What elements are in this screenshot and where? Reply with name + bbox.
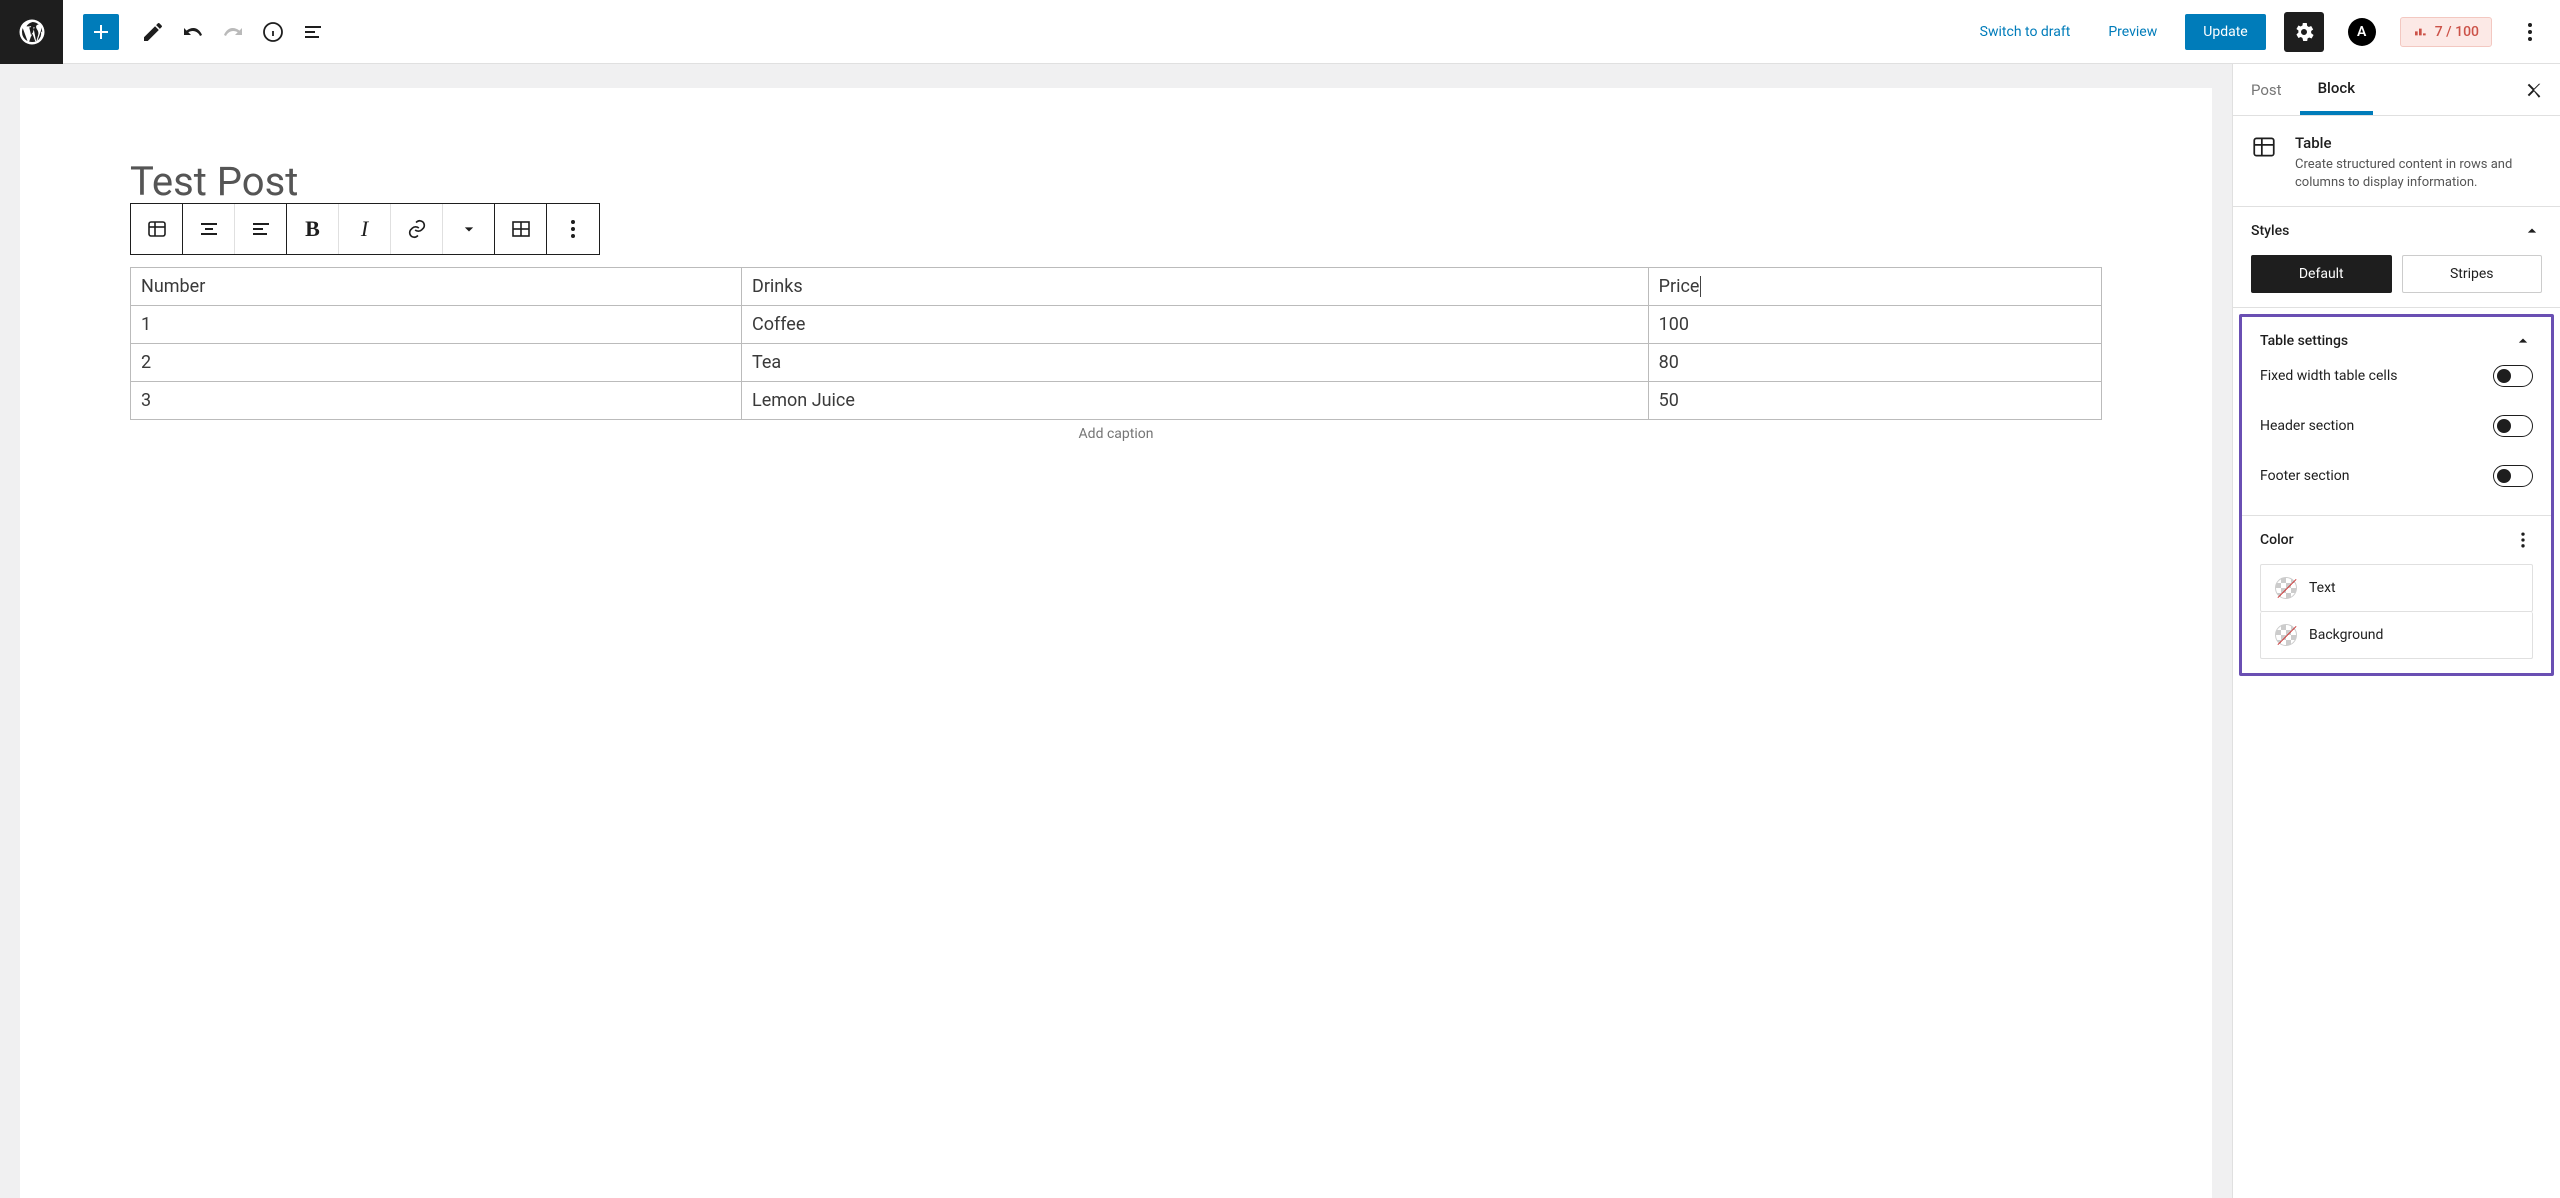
table-cell[interactable]: 1 bbox=[131, 306, 742, 344]
more-formatting-icon[interactable] bbox=[443, 204, 495, 254]
settings-sidebar: Post Block Table Create structured conte… bbox=[2232, 64, 2560, 1198]
table-cell[interactable]: 80 bbox=[1648, 344, 2101, 382]
table-cell[interactable]: 100 bbox=[1648, 306, 2101, 344]
more-vertical-icon[interactable] bbox=[2513, 530, 2533, 550]
table-cell[interactable]: 50 bbox=[1648, 382, 2101, 420]
bold-button[interactable]: B bbox=[287, 204, 339, 254]
none-swatch-icon bbox=[2275, 624, 2297, 646]
table-settings-panel: Table settings Fixed width table cells H… bbox=[2242, 317, 2551, 516]
details-icon[interactable] bbox=[253, 12, 293, 52]
settings-icon[interactable] bbox=[2284, 12, 2324, 52]
text-align-icon[interactable] bbox=[235, 204, 287, 254]
table-row: Number Drinks Price bbox=[131, 268, 2102, 306]
table-cell[interactable]: Price bbox=[1648, 268, 2101, 306]
link-button[interactable] bbox=[391, 204, 443, 254]
table-cell[interactable]: Tea bbox=[742, 344, 1649, 382]
header-section-label: Header section bbox=[2260, 418, 2354, 434]
edit-table-icon[interactable] bbox=[495, 204, 547, 254]
sidebar-tabs: Post Block bbox=[2233, 64, 2560, 116]
editor-main: Test Post B I bbox=[0, 64, 2560, 1198]
block-info: Table Create structured content in rows … bbox=[2233, 116, 2560, 207]
top-right-toolbar: Switch to draft Preview Update A 7 / 100 bbox=[1970, 12, 2560, 52]
table-row: 3 Lemon Juice 50 bbox=[131, 382, 2102, 420]
chevron-up-icon bbox=[2513, 331, 2533, 351]
table-settings-toggle[interactable]: Table settings bbox=[2260, 331, 2533, 351]
rank-math-score[interactable]: 7 / 100 bbox=[2400, 17, 2492, 47]
block-type-icon[interactable] bbox=[131, 204, 183, 254]
editor-topbar: Switch to draft Preview Update A 7 / 100 bbox=[0, 0, 2560, 64]
background-color-label: Background bbox=[2309, 627, 2383, 643]
top-left-toolbar bbox=[83, 12, 333, 52]
chevron-up-icon bbox=[2522, 221, 2542, 241]
table-block-icon bbox=[2251, 134, 2277, 192]
outline-icon[interactable] bbox=[293, 12, 333, 52]
styles-panel-toggle[interactable]: Styles bbox=[2251, 221, 2542, 241]
footer-section-toggle[interactable] bbox=[2493, 465, 2533, 487]
undo-icon[interactable] bbox=[173, 12, 213, 52]
preview-button[interactable]: Preview bbox=[2098, 16, 2167, 48]
table-cell[interactable]: Drinks bbox=[742, 268, 1649, 306]
fixed-width-toggle[interactable] bbox=[2493, 365, 2533, 387]
footer-section-label: Footer section bbox=[2260, 468, 2349, 484]
header-section-toggle[interactable] bbox=[2493, 415, 2533, 437]
color-panel-label: Color bbox=[2260, 532, 2294, 548]
italic-button[interactable]: I bbox=[339, 204, 391, 254]
edit-mode-icon[interactable] bbox=[133, 12, 173, 52]
content-table[interactable]: Number Drinks Price 1 Coffee 100 2 Tea 8… bbox=[130, 267, 2102, 420]
switch-to-draft-button[interactable]: Switch to draft bbox=[1970, 16, 2081, 48]
block-more-icon[interactable] bbox=[547, 204, 599, 254]
color-panel-toggle[interactable]: Color bbox=[2260, 530, 2533, 550]
background-color-item[interactable]: Background bbox=[2260, 612, 2533, 659]
close-sidebar-icon[interactable] bbox=[2508, 78, 2560, 102]
table-row: 2 Tea 80 bbox=[131, 344, 2102, 382]
style-default-button[interactable]: Default bbox=[2251, 255, 2392, 293]
styles-panel: Styles Default Stripes bbox=[2233, 207, 2560, 308]
table-cell[interactable]: 3 bbox=[131, 382, 742, 420]
table-cell[interactable]: 2 bbox=[131, 344, 742, 382]
styles-panel-label: Styles bbox=[2251, 223, 2289, 239]
table-row: 1 Coffee 100 bbox=[131, 306, 2102, 344]
color-panel: Color Text Background bbox=[2242, 516, 2551, 673]
table-cell[interactable]: Lemon Juice bbox=[742, 382, 1649, 420]
fixed-width-label: Fixed width table cells bbox=[2260, 368, 2397, 384]
caption-placeholder[interactable]: Add caption bbox=[130, 426, 2102, 442]
text-color-label: Text bbox=[2309, 580, 2336, 596]
redo-icon bbox=[213, 12, 253, 52]
astra-settings-icon[interactable]: A bbox=[2342, 12, 2382, 52]
block-description: Create structured content in rows and co… bbox=[2295, 156, 2542, 192]
post-title[interactable]: Test Post bbox=[130, 158, 2102, 205]
block-title: Table bbox=[2295, 134, 2542, 152]
table-settings-label: Table settings bbox=[2260, 333, 2348, 349]
align-icon[interactable] bbox=[183, 204, 235, 254]
tab-block[interactable]: Block bbox=[2300, 64, 2373, 115]
tab-post[interactable]: Post bbox=[2233, 64, 2300, 115]
none-swatch-icon bbox=[2275, 577, 2297, 599]
update-button[interactable]: Update bbox=[2185, 14, 2265, 50]
editor-canvas[interactable]: Test Post B I bbox=[20, 88, 2212, 1198]
wordpress-logo[interactable] bbox=[0, 0, 63, 64]
text-color-item[interactable]: Text bbox=[2260, 564, 2533, 612]
canvas-area: Test Post B I bbox=[0, 64, 2232, 1198]
style-stripes-button[interactable]: Stripes bbox=[2402, 255, 2543, 293]
add-block-button[interactable] bbox=[83, 14, 119, 50]
block-toolbar: B I bbox=[130, 203, 600, 255]
table-cell[interactable]: Coffee bbox=[742, 306, 1649, 344]
table-cell[interactable]: Number bbox=[131, 268, 742, 306]
highlighted-settings: Table settings Fixed width table cells H… bbox=[2239, 314, 2554, 676]
more-options-icon[interactable] bbox=[2510, 12, 2550, 52]
